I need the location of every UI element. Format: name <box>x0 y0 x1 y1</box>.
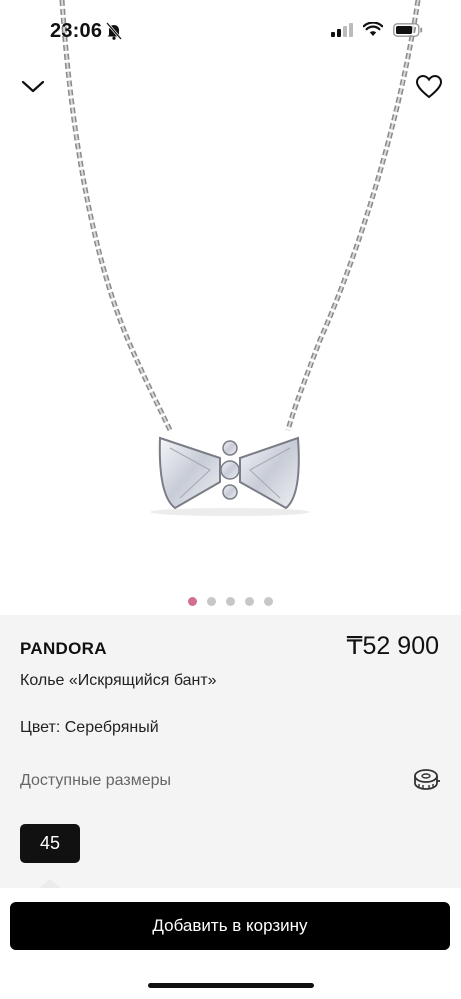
brand-name: PANDORA <box>20 639 107 658</box>
status-time: 23:06 <box>50 20 103 42</box>
heart-icon <box>415 74 443 99</box>
available-sizes-label: Доступные размеры <box>20 772 172 789</box>
home-indicator[interactable] <box>148 983 314 988</box>
gallery-pagination <box>0 597 461 606</box>
product-color: Цвет: Серебряный <box>20 719 159 736</box>
size-guide-button[interactable] <box>413 767 441 793</box>
gallery-dot-2[interactable] <box>207 597 216 606</box>
product-title: Колье «Искрящийся бант» <box>20 672 217 689</box>
gallery-dot-3[interactable] <box>226 597 235 606</box>
signal-icon <box>331 22 353 37</box>
collapse-button[interactable] <box>18 74 48 100</box>
product-image <box>59 0 421 516</box>
gallery-dot-4[interactable] <box>245 597 254 606</box>
bottom-action-bar: Добавить в корзину <box>0 888 461 999</box>
gallery-dot-5[interactable] <box>264 597 273 606</box>
favorite-button[interactable] <box>415 74 443 100</box>
measuring-tape-icon <box>414 769 440 790</box>
product-price: ₸52 900 <box>346 632 439 660</box>
add-to-cart-button[interactable]: Добавить в корзину <box>10 902 450 950</box>
size-option-selected[interactable]: 45 <box>20 824 80 863</box>
wifi-icon <box>363 22 383 36</box>
gallery-dot-1[interactable] <box>188 597 197 606</box>
status-bar: 23:06 <box>0 0 461 62</box>
chevron-down-icon <box>21 80 45 93</box>
product-image-area[interactable] <box>0 0 461 615</box>
battery-icon <box>393 22 423 37</box>
bell-slash-icon <box>106 22 122 40</box>
